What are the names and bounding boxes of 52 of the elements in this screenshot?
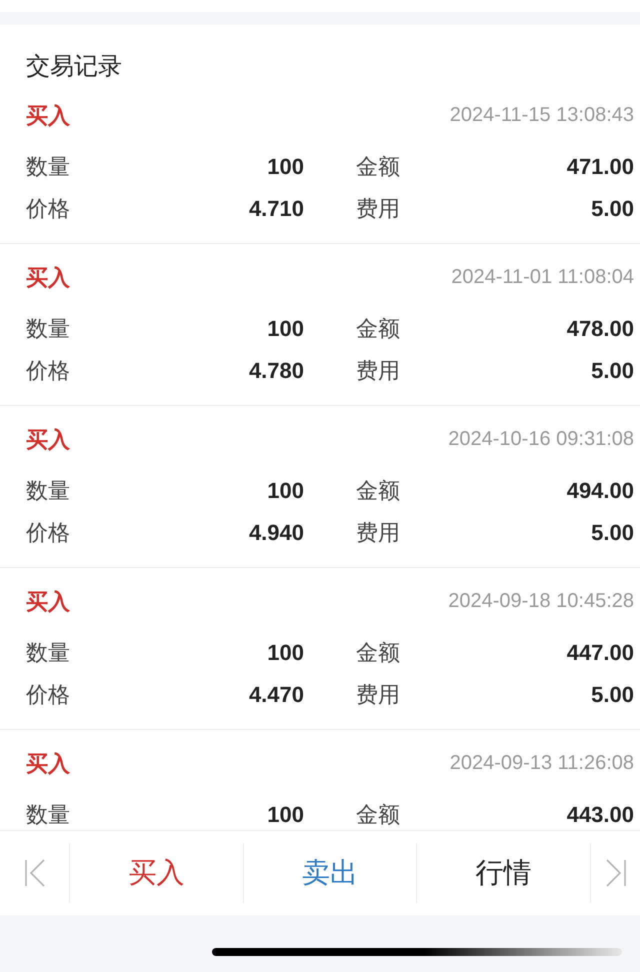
trade-time: 2024-09-18 10:45:28 — [448, 589, 634, 614]
field-label: 价格 — [26, 518, 70, 546]
field-value: 4.710 — [248, 194, 304, 222]
field-value: 100 — [267, 800, 304, 828]
field-value: 100 — [267, 476, 304, 504]
field-label: 数量 — [26, 314, 70, 342]
field-label: 金额 — [356, 314, 400, 342]
field-label: 数量 — [26, 476, 70, 504]
field-value: 100 — [267, 314, 304, 342]
field-value: 447.00 — [566, 638, 634, 666]
last-page-icon — [604, 858, 627, 888]
trade-time: 2024-09-13 11:26:08 — [450, 751, 634, 776]
field-value: 100 — [267, 152, 304, 180]
field-value: 100 — [267, 638, 304, 666]
field-value: 4.940 — [248, 518, 304, 546]
toolbar-action-button[interactable]: 买入 — [70, 843, 244, 903]
trade-time: 2024-10-16 09:31:08 — [448, 427, 634, 452]
trade-time: 2024-11-15 13:08:43 — [450, 103, 634, 128]
field-label: 金额 — [356, 476, 400, 504]
trade-side: 买入 — [26, 264, 70, 292]
trade-side: 买入 — [26, 102, 70, 130]
field-value: 4.780 — [248, 356, 304, 384]
field-label: 费用 — [356, 680, 400, 708]
field-label: 费用 — [356, 194, 400, 222]
field-value: 5.00 — [591, 194, 634, 222]
trade-side: 买入 — [26, 588, 70, 616]
field-label: 数量 — [26, 800, 70, 828]
field-label: 金额 — [356, 152, 400, 180]
field-label: 金额 — [356, 638, 400, 666]
field-label: 价格 — [26, 356, 70, 384]
field-label: 数量 — [26, 638, 70, 666]
field-label: 费用 — [356, 356, 400, 384]
toolbar-action-button[interactable]: 行情 — [417, 843, 590, 903]
field-value: 443.00 — [566, 800, 634, 828]
trade-side: 买入 — [26, 750, 70, 778]
field-value: 478.00 — [566, 314, 634, 342]
toolbar-action-button[interactable]: 卖出 — [244, 843, 418, 903]
field-value: 4.470 — [248, 680, 304, 708]
field-label: 金额 — [356, 800, 400, 828]
field-label: 数量 — [26, 152, 70, 180]
field-label: 价格 — [26, 680, 70, 708]
trade-time: 2024-11-01 11:08:04 — [451, 265, 634, 290]
field-value: 494.00 — [566, 476, 634, 504]
first-page-icon — [24, 858, 46, 888]
field-label: 费用 — [356, 518, 400, 546]
field-value: 5.00 — [591, 356, 634, 384]
trade-side: 买入 — [26, 426, 70, 454]
field-value: 471.00 — [566, 152, 634, 180]
field-value: 5.00 — [591, 680, 634, 708]
section-title: 交易记录 — [26, 53, 122, 80]
field-label: 价格 — [26, 194, 70, 222]
field-value: 5.00 — [591, 518, 634, 546]
